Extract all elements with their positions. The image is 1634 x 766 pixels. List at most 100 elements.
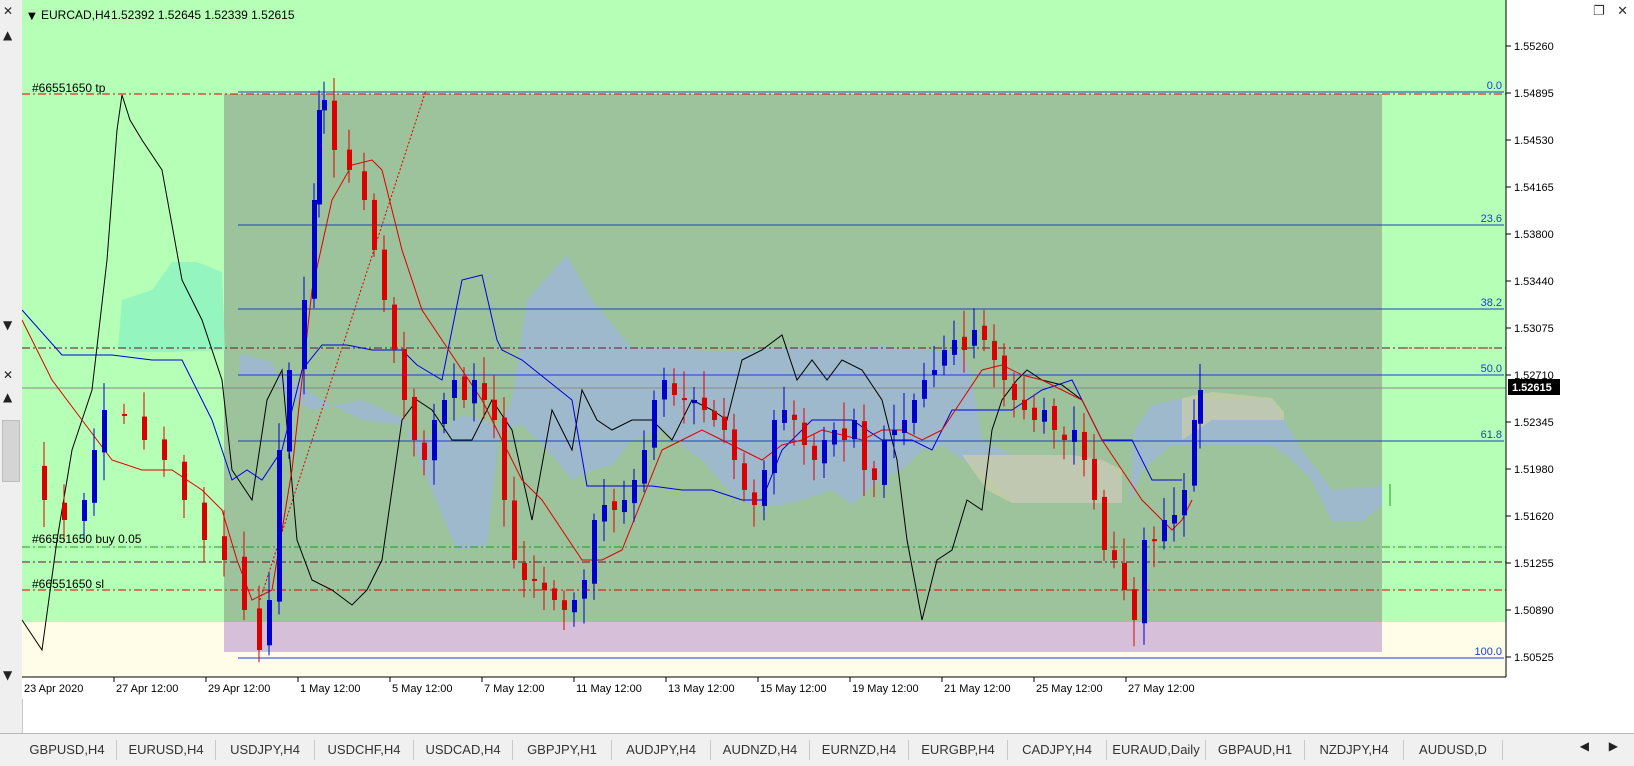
- candle-body: [582, 580, 587, 599]
- candle-body: [472, 380, 477, 404]
- candle: [372, 193, 377, 257]
- panel-close-icon[interactable]: ✕: [3, 4, 13, 18]
- chart-tab[interactable]: EURNZD,H4: [810, 740, 909, 760]
- time-axis: 23 Apr 2020 27 Apr 12:00 29 Apr 12:00 1 May…: [22, 676, 1506, 699]
- chart-tab[interactable]: AUDJPY,H4: [612, 740, 711, 760]
- current-price-label: 1.52615: [1512, 382, 1552, 394]
- chart-tab[interactable]: AUDUSD,D: [1404, 740, 1503, 760]
- time-tick-label: 29 Apr 12:00: [208, 683, 270, 695]
- candle-body: [522, 562, 527, 580]
- chart-tab[interactable]: AUDNZD,H4: [711, 740, 810, 760]
- candle-body: [932, 370, 937, 376]
- candle-body: [1072, 430, 1077, 442]
- scroll-down-icon[interactable]: ▼: [3, 318, 12, 332]
- candle-body: [422, 442, 427, 460]
- candle-body: [182, 461, 187, 500]
- candle-body: [1092, 458, 1097, 500]
- candle-body: [572, 600, 577, 613]
- chart-tab[interactable]: GBPAUD,H1: [1206, 740, 1305, 760]
- candle-body: [1002, 355, 1007, 380]
- price-axis-background: [1506, 0, 1634, 677]
- candle-body: [732, 429, 737, 460]
- candle-body: [972, 330, 977, 346]
- fib-level-label: 38.2: [1481, 297, 1502, 309]
- candle-body: [267, 600, 272, 646]
- candle-body: [812, 445, 817, 460]
- candle-body: [842, 428, 847, 440]
- candle-body: [922, 380, 927, 399]
- chart-tab[interactable]: EURUSD,H4: [117, 740, 216, 760]
- candle-body: [1012, 383, 1017, 400]
- candle-body: [92, 450, 97, 503]
- candle-body: [622, 500, 627, 513]
- price-chart[interactable]: 0.0 23.6 38.2 50.0 61.8 100.0 ▼ EURCAD,H4 1.5…: [22, 0, 1634, 733]
- candle-body: [952, 340, 957, 355]
- candle-body: [302, 300, 307, 370]
- candle-body: [722, 416, 727, 430]
- candle-body: [1032, 407, 1037, 420]
- candle-body: [1172, 515, 1177, 524]
- chart-close-icon[interactable]: ✕: [1617, 4, 1628, 19]
- chart-window[interactable]: 0.0 23.6 38.2 50.0 61.8 100.0 ▼ EURCAD,H4 1.5…: [22, 0, 1634, 733]
- chart-tab[interactable]: USDJPY,H4: [216, 740, 315, 760]
- candle-body: [822, 440, 827, 464]
- price-tick-label: 1.54530: [1514, 135, 1554, 147]
- candle-body: [882, 440, 887, 485]
- candle-body: [902, 420, 907, 434]
- chart-tab[interactable]: NZDJPY,H4: [1305, 740, 1404, 760]
- candle-body: [202, 502, 207, 540]
- price-tick-label: 1.55260: [1514, 41, 1554, 53]
- candle-body: [362, 171, 367, 200]
- chart-dropdown-icon[interactable]: ▼: [28, 11, 36, 22]
- scroll-down-icon-2[interactable]: ▼: [3, 668, 12, 682]
- candle-body: [1142, 540, 1147, 624]
- candle-body: [392, 304, 397, 350]
- candle-body: [982, 325, 987, 340]
- candle-body: [912, 400, 917, 423]
- price-tick-label: 1.52345: [1514, 417, 1554, 429]
- chart-tab[interactable]: EURAUD,Daily: [1107, 740, 1206, 760]
- candle-body: [1122, 562, 1127, 590]
- panel-close-icon-2[interactable]: ✕: [3, 368, 13, 382]
- candle-body: [1162, 520, 1167, 542]
- time-tick-label: 19 May 12:00: [852, 683, 919, 695]
- candle-body: [632, 480, 637, 504]
- time-tick-label: 27 Apr 12:00: [116, 683, 178, 695]
- candle-body: [1192, 420, 1197, 486]
- scroll-up-icon[interactable]: ▲: [3, 28, 12, 42]
- candle-body: [852, 420, 857, 440]
- chart-tab[interactable]: CADJPY,H4: [1008, 740, 1107, 760]
- price-tick-label: 1.51620: [1514, 511, 1554, 523]
- chart-restore-icon[interactable]: ❐: [1593, 4, 1605, 19]
- candle-body: [542, 582, 547, 590]
- left-panel-strip: ✕ ▲ ▼ ✕ ▲ ▼: [0, 0, 23, 733]
- chart-tab[interactable]: EURGBP,H4: [909, 740, 1008, 760]
- price-tick-label: 1.53800: [1514, 229, 1554, 241]
- chart-tab[interactable]: USDCHF,H4: [315, 740, 414, 760]
- candle-body: [1132, 589, 1137, 620]
- candle-body: [682, 398, 687, 401]
- price-tick-label: 1.53440: [1514, 276, 1554, 288]
- candle-body: [992, 340, 997, 360]
- chart-tab[interactable]: GBPJPY,H1: [513, 740, 612, 760]
- candle-body: [492, 399, 497, 420]
- strip-scrollbar-thumb[interactable]: [2, 420, 20, 482]
- candle-body: [942, 350, 947, 366]
- candle-body: [612, 501, 617, 510]
- scroll-up-icon-2[interactable]: ▲: [3, 390, 12, 404]
- price-tick-label: 1.54895: [1514, 88, 1554, 100]
- candle-body: [372, 199, 377, 250]
- candle: [277, 423, 282, 615]
- candle-body: [782, 410, 787, 423]
- candle-body: [1198, 390, 1203, 424]
- candle-body: [1062, 434, 1067, 440]
- candle-body: [122, 413, 127, 416]
- time-tick-label: 15 May 12:00: [760, 683, 827, 695]
- chart-tab[interactable]: GBPUSD,H4: [18, 740, 117, 760]
- time-tick-label: 21 May 12:00: [944, 683, 1011, 695]
- chart-tab[interactable]: USDCAD,H4: [414, 740, 513, 760]
- candle-body: [432, 420, 437, 461]
- price-tick-label: 1.50890: [1514, 605, 1554, 617]
- candle-body: [552, 588, 557, 600]
- tab-scroll-arrows[interactable]: ◀ ▶: [1580, 739, 1626, 753]
